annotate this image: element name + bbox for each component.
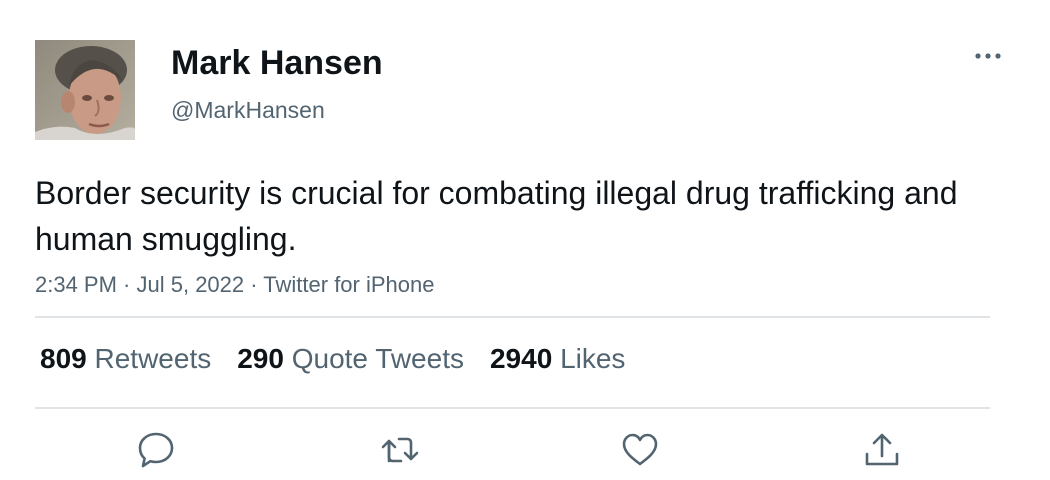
tweet-stats: 809 Retweets 290 Quote Tweets 2940 Likes: [40, 340, 651, 378]
meta-separator: ·: [116, 272, 137, 297]
more-options-button[interactable]: [968, 40, 1008, 72]
quotes-stat[interactable]: 290 Quote Tweets: [237, 340, 464, 378]
reply-button[interactable]: [136, 430, 176, 470]
likes-count: 2940: [489, 343, 553, 374]
share-button[interactable]: [862, 430, 902, 470]
avatar[interactable]: [35, 40, 135, 140]
tweet-date[interactable]: Jul 5, 2022: [137, 272, 245, 297]
likes-label: Likes: [560, 343, 626, 374]
meta-separator: ·: [244, 272, 264, 297]
tweet-text: Border security is crucial for combating…: [35, 175, 958, 257]
share-icon: [865, 433, 899, 466]
avatar-photo: [35, 40, 135, 140]
more-dots-icon: [975, 53, 1001, 59]
divider: [35, 316, 990, 318]
retweet-button[interactable]: [380, 430, 420, 470]
retweets-stat[interactable]: 809 Retweets: [40, 340, 211, 378]
user-handle[interactable]: @MarkHansen: [171, 95, 325, 125]
quotes-label: Quote Tweets: [291, 343, 464, 374]
display-name[interactable]: Mark Hansen: [171, 41, 383, 85]
divider: [35, 407, 990, 409]
tweet-card: Mark Hansen @MarkHansen Border security …: [0, 0, 1050, 480]
tweet-source[interactable]: Twitter for iPhone: [263, 272, 434, 297]
like-button[interactable]: [620, 430, 660, 470]
tweet-meta: 2:34 PM · Jul 5, 2022 · Twitter for iPho…: [35, 270, 434, 300]
reply-icon: [138, 432, 174, 468]
heart-icon: [622, 433, 658, 466]
tweet-time[interactable]: 2:34 PM: [35, 272, 117, 297]
likes-stat[interactable]: 2940 Likes: [490, 340, 625, 378]
retweets-count: 809: [40, 343, 87, 374]
retweets-label: Retweets: [94, 343, 212, 374]
quotes-count: 290: [237, 343, 284, 374]
retweet-icon: [381, 437, 419, 463]
